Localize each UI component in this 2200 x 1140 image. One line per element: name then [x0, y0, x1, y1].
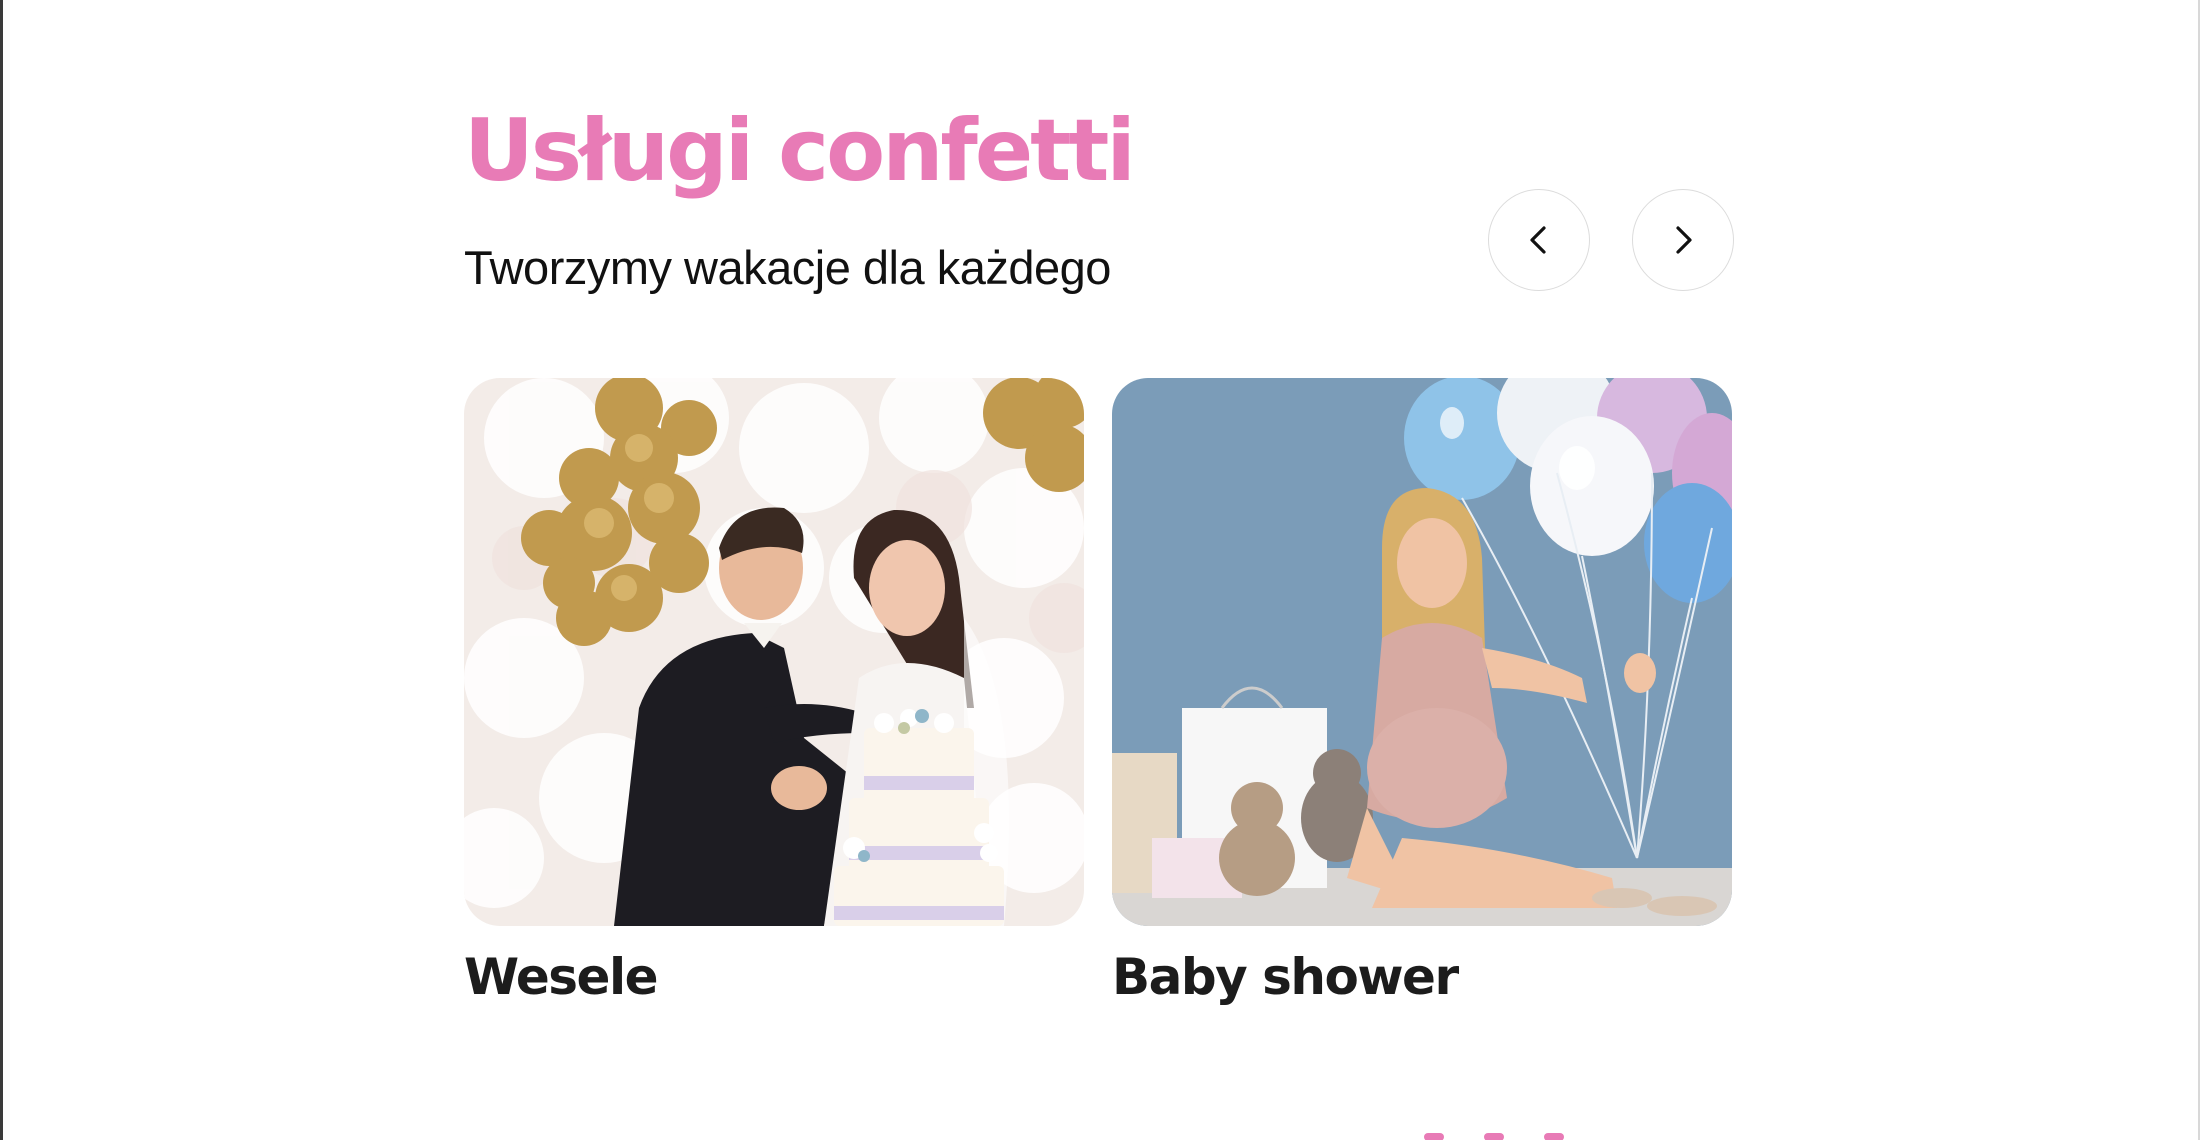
window-edge-left: [0, 0, 3, 1140]
carousel-prev-button[interactable]: [1488, 189, 1590, 291]
carousel-next-button[interactable]: [1632, 189, 1734, 291]
next-section-peek: [1424, 1128, 1664, 1140]
services-section: Usługi confetti Tworzymy wakacje dla każ…: [464, 0, 1734, 1140]
wedding-couple-cutting-cake-photo: [464, 378, 1084, 926]
service-card-label: Baby shower: [1112, 948, 1459, 1006]
chevron-left-icon: [1530, 226, 1546, 254]
pregnant-woman-with-balloons-photo: [1112, 378, 1732, 926]
service-card-baby-shower[interactable]: Baby shower: [1112, 378, 1732, 1002]
chevron-right-icon: [1676, 226, 1692, 254]
service-card-label: Wesele: [464, 948, 659, 1006]
service-card-wesele[interactable]: Wesele: [464, 378, 1084, 1002]
section-subtitle: Tworzymy wakacje dla każdego: [464, 241, 1111, 294]
section-title: Usługi confetti: [464, 101, 1136, 201]
